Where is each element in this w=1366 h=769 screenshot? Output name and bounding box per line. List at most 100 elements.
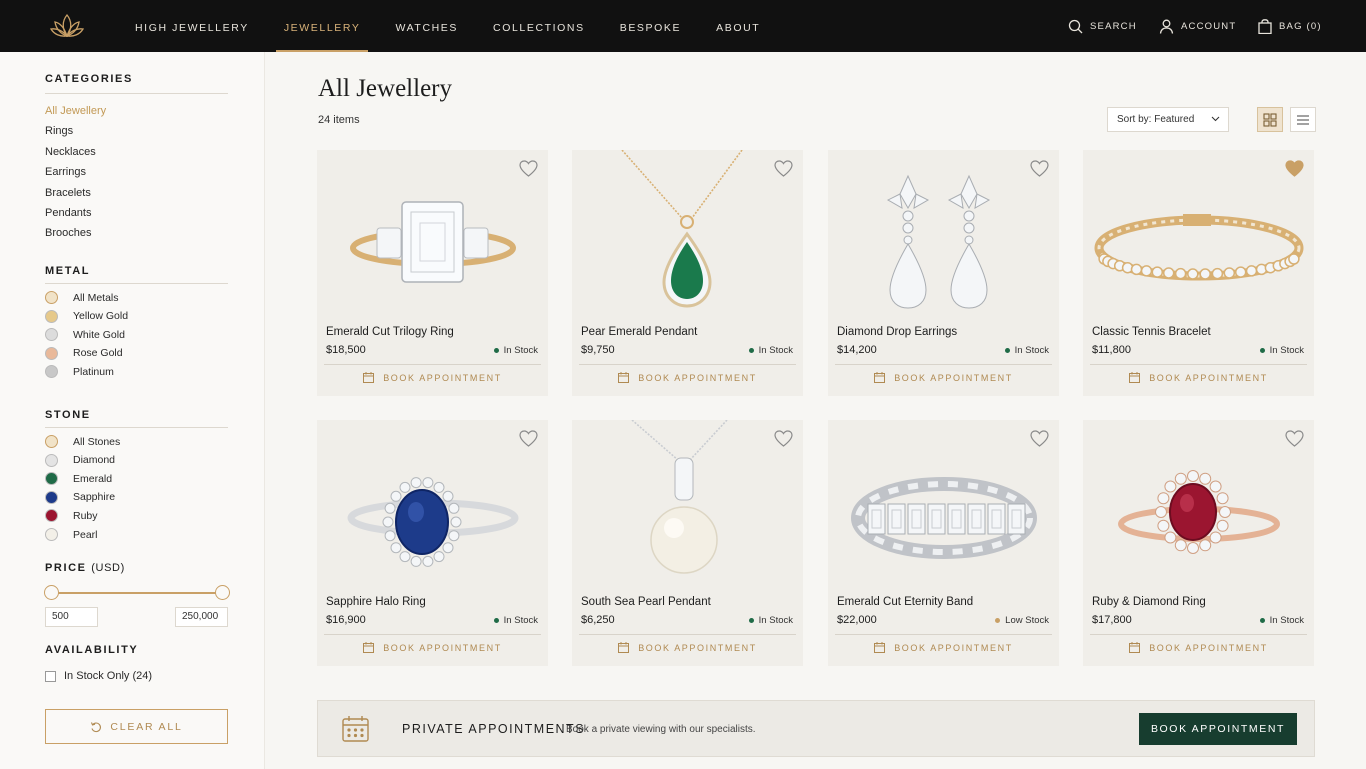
category-rings[interactable]: Rings	[45, 125, 73, 137]
product-card[interactable]: Sapphire Halo Ring $16,900 In Stock BOOK…	[317, 420, 548, 666]
stone-swatch[interactable]	[45, 528, 58, 541]
stock-status: In Stock	[748, 615, 793, 626]
category-earrings[interactable]: Earrings	[45, 166, 86, 178]
nav-item-watches[interactable]: WATCHES	[395, 0, 458, 52]
product-card[interactable]: Ruby & Diamond Ring $17,800 In Stock BOO…	[1083, 420, 1314, 666]
price-max-handle[interactable]	[215, 585, 230, 600]
price-unit: (USD)	[91, 562, 125, 574]
list-view-button[interactable]	[1290, 107, 1316, 132]
stone-option-pearl[interactable]: Pearl	[45, 528, 98, 541]
product-name[interactable]: Ruby & Diamond Ring	[1092, 596, 1206, 608]
stone-swatch[interactable]	[45, 490, 58, 504]
heart-icon[interactable]	[519, 430, 538, 447]
divider	[45, 427, 228, 428]
chevron-down-icon	[1211, 116, 1220, 122]
search-link[interactable]: SEARCH	[1068, 0, 1137, 52]
book-appointment-button[interactable]: BOOK APPOINTMENT	[572, 642, 803, 653]
metal-swatch[interactable]	[45, 365, 58, 378]
heart-icon[interactable]	[519, 160, 538, 177]
product-card[interactable]: Classic Tennis Bracelet $11,800 In Stock…	[1083, 150, 1314, 396]
book-appointment-label: BOOK APPOINTMENT	[1149, 372, 1268, 383]
product-image[interactable]	[828, 150, 1059, 320]
checkbox-box[interactable]	[45, 670, 56, 682]
product-image[interactable]	[828, 420, 1059, 590]
product-card[interactable]: Diamond Drop Earrings $14,200 In Stock B…	[828, 150, 1059, 396]
stone-option-ruby[interactable]: Ruby	[45, 509, 98, 523]
heart-filled-icon[interactable]	[1285, 160, 1304, 177]
nav-item-high-jewellery[interactable]: HIGH JEWELLERY	[135, 0, 249, 52]
book-appointment-button[interactable]: BOOK APPOINTMENT	[317, 372, 548, 383]
categories-title: CATEGORIES	[45, 73, 133, 85]
book-appointment-button[interactable]: BOOK APPOINTMENT	[572, 372, 803, 383]
stone-swatch[interactable]	[45, 453, 58, 467]
product-name[interactable]: Pear Emerald Pendant	[581, 326, 697, 338]
product-image[interactable]	[1083, 420, 1314, 590]
metal-swatch[interactable]	[45, 309, 58, 323]
product-card[interactable]: South Sea Pearl Pendant $6,250 In Stock …	[572, 419, 803, 666]
price-min-handle[interactable]	[44, 585, 59, 600]
lotus-logo-icon[interactable]	[48, 12, 86, 42]
product-name[interactable]: Diamond Drop Earrings	[837, 326, 957, 338]
metal-option-platinum[interactable]: Platinum	[45, 365, 114, 378]
product-name[interactable]: Emerald Cut Eternity Band	[837, 596, 973, 608]
metal-title: METAL	[45, 265, 91, 277]
product-name[interactable]: Sapphire Halo Ring	[326, 596, 426, 608]
price-max-input[interactable]: 250,000	[175, 607, 228, 627]
grid-view-button[interactable]	[1257, 107, 1283, 132]
metal-option-white-gold[interactable]: White Gold	[45, 328, 125, 341]
book-appointment-button[interactable]: BOOK APPOINTMENT	[1083, 642, 1314, 653]
product-card[interactable]: Pear Emerald Pendant $9,750 In Stock BOO…	[572, 149, 803, 396]
metal-swatch[interactable]	[45, 291, 58, 304]
stone-option-emerald[interactable]: Emerald	[45, 472, 112, 486]
stone-option-sapphire[interactable]: Sapphire	[45, 490, 115, 504]
clear-all-button[interactable]: CLEAR ALL	[45, 709, 228, 744]
book-appointment-button[interactable]: BOOK APPOINTMENT	[828, 372, 1059, 383]
stone-swatch[interactable]	[45, 435, 58, 448]
book-appointment-button[interactable]: BOOK APPOINTMENT	[828, 642, 1059, 653]
account-link[interactable]: ACCOUNT	[1159, 0, 1236, 52]
product-image[interactable]	[572, 419, 803, 590]
category-pendants[interactable]: Pendants	[45, 207, 91, 219]
category-bracelets[interactable]: Bracelets	[45, 187, 91, 199]
product-name[interactable]: Classic Tennis Bracelet	[1092, 326, 1211, 338]
heart-icon[interactable]	[1285, 430, 1304, 447]
product-image[interactable]	[572, 149, 803, 320]
metal-swatch[interactable]	[45, 346, 58, 360]
nav-item-bespoke[interactable]: BESPOKE	[620, 0, 681, 52]
page-title: All Jewellery	[318, 75, 452, 102]
heart-icon[interactable]	[1030, 430, 1049, 447]
product-name[interactable]: Emerald Cut Trilogy Ring	[326, 326, 454, 338]
price-min-input[interactable]: 500	[45, 607, 98, 627]
metal-option-yellow-gold[interactable]: Yellow Gold	[45, 309, 128, 323]
heart-icon[interactable]	[774, 430, 793, 447]
bag-link[interactable]: BAG (0)	[1258, 0, 1322, 52]
product-image[interactable]	[1083, 150, 1314, 320]
book-appointment-button[interactable]: BOOK APPOINTMENT	[1083, 372, 1314, 383]
category-necklaces[interactable]: Necklaces	[45, 146, 96, 158]
metal-swatch[interactable]	[45, 328, 58, 341]
heart-icon[interactable]	[774, 160, 793, 177]
metal-option-all-metals[interactable]: All Metals	[45, 291, 119, 304]
category-all-jewellery[interactable]: All Jewellery	[45, 105, 106, 117]
stone-swatch[interactable]	[45, 472, 58, 486]
product-name[interactable]: South Sea Pearl Pendant	[581, 596, 711, 608]
banner-book-appointment-button[interactable]: BOOK APPOINTMENT	[1139, 713, 1297, 745]
book-appointment-button[interactable]: BOOK APPOINTMENT	[317, 642, 548, 653]
stone-option-diamond[interactable]: Diamond	[45, 453, 115, 467]
stone-label: Ruby	[73, 509, 98, 522]
product-image[interactable]	[317, 420, 548, 590]
sort-dropdown[interactable]: Sort by: Featured	[1107, 107, 1229, 132]
product-card[interactable]: Emerald Cut Eternity Band $22,000 Low St…	[828, 420, 1059, 666]
category-brooches[interactable]: Brooches	[45, 227, 91, 239]
product-card[interactable]: Emerald Cut Trilogy Ring $18,500 In Stoc…	[317, 150, 548, 396]
stone-swatch[interactable]	[45, 509, 58, 523]
product-image[interactable]	[317, 150, 548, 320]
price-slider-track[interactable]	[51, 592, 222, 594]
nav-item-about[interactable]: ABOUT	[716, 0, 760, 52]
in-stock-checkbox[interactable]: In Stock Only (24)	[45, 670, 152, 682]
nav-item-jewellery[interactable]: JEWELLERY	[275, 0, 369, 52]
nav-item-collections[interactable]: COLLECTIONS	[493, 0, 585, 52]
heart-icon[interactable]	[1030, 160, 1049, 177]
metal-option-rose-gold[interactable]: Rose Gold	[45, 346, 123, 360]
stone-option-all-stones[interactable]: All Stones	[45, 435, 120, 448]
